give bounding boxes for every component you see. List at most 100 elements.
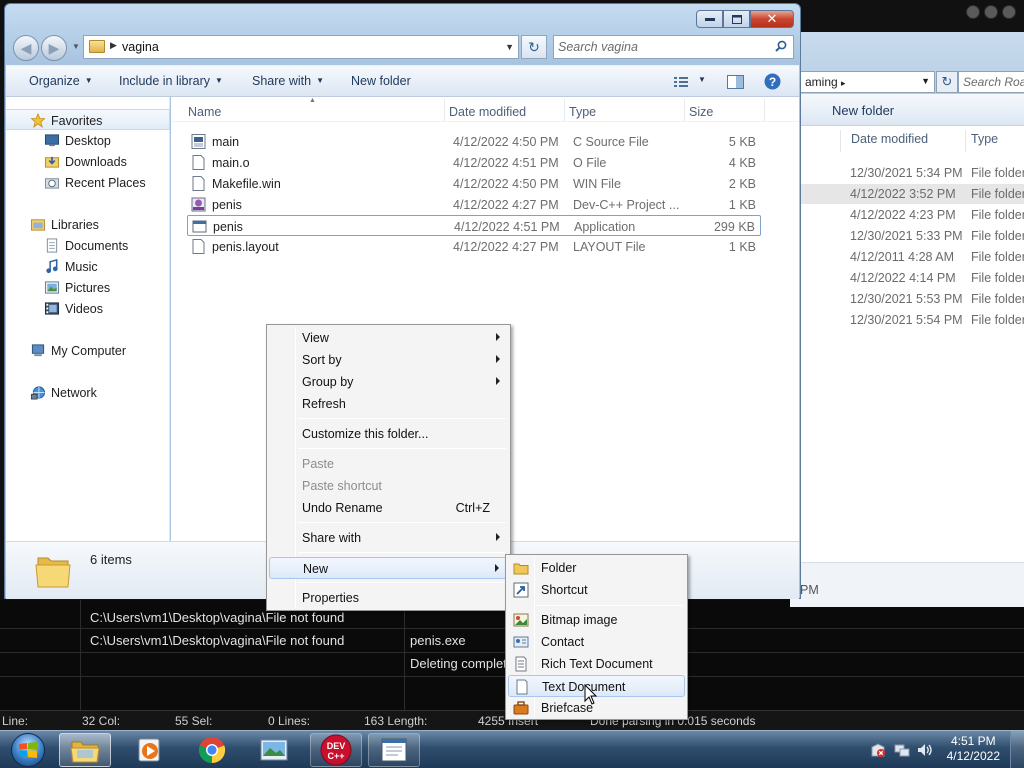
nav-recent-places[interactable]: Recent Places: [6, 172, 170, 193]
taskbar-chrome[interactable]: [186, 733, 238, 767]
clock[interactable]: 4:51 PM 4/12/2022: [947, 734, 1000, 764]
organize-button[interactable]: Organize ▼: [29, 74, 93, 88]
refresh-button[interactable]: ↻: [521, 35, 547, 59]
menu-item-undo-rename[interactable]: Undo Rename Ctrl+Z: [269, 497, 508, 519]
nav-music[interactable]: Music: [6, 256, 170, 277]
nav-my-computer[interactable]: My Computer: [6, 340, 170, 361]
mouse-pointer-icon: [584, 684, 598, 705]
downloads-folder-icon: [44, 156, 60, 168]
menu-item-refresh[interactable]: Refresh: [269, 393, 508, 415]
file-row[interactable]: penis 4/12/2022 4:27 PM Dev-C++ Project …: [187, 194, 761, 215]
ide-maximize-button[interactable]: [984, 5, 998, 19]
new-contact-item[interactable]: Contact: [508, 631, 685, 653]
ide-window-controls: [966, 5, 1016, 19]
nav-pictures[interactable]: Pictures: [6, 277, 170, 298]
recent-pages-chevron-icon[interactable]: ▼: [72, 42, 80, 51]
search-box[interactable]: [553, 35, 794, 59]
background-explorer-window[interactable]: aming ▸ ▼ ↻ Search Roa New folder Date mo…: [790, 32, 1024, 607]
sort-ascending-icon: ▲: [309, 97, 316, 104]
nav-downloads[interactable]: Downloads: [6, 151, 170, 172]
taskbar-notepad-window[interactable]: [368, 733, 420, 767]
menu-item-share-with[interactable]: Share with: [269, 527, 508, 549]
bg-new-folder-button[interactable]: New folder: [832, 103, 894, 118]
menu-item-sort-by[interactable]: Sort by: [269, 349, 508, 371]
column-type[interactable]: Type: [569, 105, 596, 119]
change-view-icon[interactable]: [673, 75, 689, 89]
new-rich-text-item[interactable]: Rich Text Document: [508, 653, 685, 675]
submenu-arrow-icon: [496, 377, 500, 385]
chevron-down-icon[interactable]: ▼: [921, 76, 930, 86]
window-icon: [381, 738, 407, 762]
column-size[interactable]: Size: [689, 105, 713, 119]
new-shortcut-item[interactable]: Shortcut: [508, 579, 685, 601]
menu-item-paste-shortcut: Paste shortcut: [302, 479, 382, 493]
chevron-down-icon[interactable]: ▼: [505, 42, 514, 52]
menu-item-new[interactable]: New: [269, 557, 508, 579]
nav-libraries[interactable]: Libraries: [6, 214, 170, 235]
show-desktop-button[interactable]: [1010, 731, 1024, 768]
bg-search-input[interactable]: Search Roa: [958, 71, 1024, 93]
command-bar: Organize ▼ Include in library ▼ Share with…: [6, 65, 799, 97]
table-row[interactable]: 12/30/2021 5:53 PM File folder: [790, 289, 1024, 309]
bg-refresh-icon[interactable]: ↻: [936, 71, 958, 93]
menu-item-customize-folder[interactable]: Customize this folder...: [269, 423, 508, 445]
nav-desktop[interactable]: Desktop: [6, 130, 170, 151]
menu-item-properties[interactable]: Properties: [269, 587, 508, 609]
nav-network[interactable]: Network: [6, 382, 170, 403]
file-row[interactable]: penis 4/12/2022 4:51 PM Application 299 …: [187, 215, 761, 236]
bg-col-type[interactable]: Type: [971, 132, 998, 146]
action-center-icon[interactable]: [870, 742, 886, 758]
menu-item-group-by[interactable]: Group by: [269, 371, 508, 393]
new-folder-button[interactable]: New folder: [351, 74, 411, 88]
taskbar-devcpp[interactable]: DEV C++: [310, 733, 362, 767]
network-tray-icon[interactable]: [894, 742, 910, 758]
table-row[interactable]: 4/12/2022 3:52 PM File folder: [790, 184, 1024, 204]
status-length: 163 Length:: [364, 714, 428, 728]
file-row[interactable]: main 4/12/2022 4:50 PM C Source File 5 K…: [187, 131, 761, 152]
table-row[interactable]: 12/30/2021 5:34 PM File folder: [790, 163, 1024, 183]
file-row[interactable]: penis.layout 4/12/2022 4:27 PM LAYOUT Fi…: [187, 236, 761, 257]
column-date-modified[interactable]: Date modified: [449, 105, 526, 119]
breadcrumb-current[interactable]: vagina: [122, 40, 159, 54]
table-row[interactable]: 4/12/2022 4:23 PM File folder: [790, 205, 1024, 225]
include-in-library-button[interactable]: Include in library ▼: [119, 74, 223, 88]
file-row[interactable]: main.o 4/12/2022 4:51 PM O File 4 KB: [187, 152, 761, 173]
new-folder-item[interactable]: Folder: [508, 557, 685, 579]
close-button[interactable]: ✕: [750, 10, 794, 28]
table-row[interactable]: 4/12/2011 4:28 AM File folder: [790, 247, 1024, 267]
search-icon[interactable]: [775, 40, 787, 52]
taskbar-explorer[interactable]: [59, 733, 111, 767]
minimize-button[interactable]: [696, 10, 723, 28]
table-row[interactable]: 12/30/2021 5:33 PM File folder: [790, 226, 1024, 246]
search-input[interactable]: [558, 39, 768, 55]
nav-videos[interactable]: Videos: [6, 298, 170, 319]
nav-documents[interactable]: Documents: [6, 235, 170, 256]
taskbar-media-player[interactable]: [124, 733, 176, 767]
maximize-button[interactable]: [723, 10, 750, 28]
recent-places-icon: [44, 178, 60, 189]
address-bar[interactable]: ▶ vagina ▼: [83, 35, 519, 59]
breadcrumb-arrow-icon[interactable]: ▶: [110, 40, 117, 51]
view-options-chevron-icon[interactable]: ▼: [698, 75, 706, 84]
preview-pane-icon[interactable]: [727, 75, 745, 89]
forward-button[interactable]: ▶: [41, 35, 67, 61]
briefcase-icon: [513, 701, 529, 715]
column-name[interactable]: Name: [188, 105, 221, 119]
ide-close-button[interactable]: [1002, 5, 1016, 19]
bg-col-date[interactable]: Date modified: [851, 132, 928, 146]
table-row[interactable]: 12/30/2021 5:54 PM File folder: [790, 310, 1024, 330]
table-row[interactable]: 4/12/2022 4:14 PM File folder: [790, 268, 1024, 288]
nav-favorites[interactable]: Favorites: [6, 109, 170, 130]
share-with-button[interactable]: Share with ▼: [252, 74, 324, 88]
taskbar-photo-viewer[interactable]: [248, 733, 300, 767]
menu-item-view[interactable]: View: [269, 327, 508, 349]
back-button[interactable]: ◀: [13, 35, 39, 61]
start-button[interactable]: [4, 732, 52, 768]
volume-icon[interactable]: [916, 742, 934, 758]
bg-address-bar[interactable]: aming ▸ ▼: [800, 71, 935, 93]
new-bitmap-item[interactable]: Bitmap image: [508, 609, 685, 631]
help-icon[interactable]: ?: [764, 73, 781, 90]
file-row[interactable]: Makefile.win 4/12/2022 4:50 PM WIN File …: [187, 173, 761, 194]
ide-minimize-button[interactable]: [966, 5, 980, 19]
pictures-icon: [44, 281, 60, 294]
